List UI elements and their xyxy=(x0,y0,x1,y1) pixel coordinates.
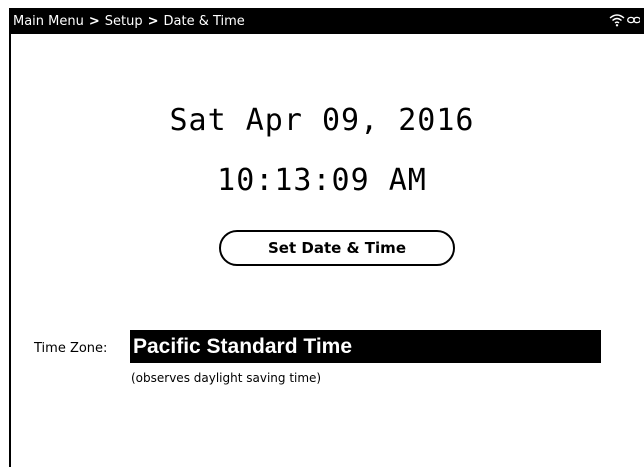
link-icon xyxy=(627,16,640,24)
wifi-icon xyxy=(609,14,625,27)
breadcrumb-separator: > xyxy=(88,13,100,29)
date-time-screen: Main Menu > Setup > Date & Time Sat Apr … xyxy=(0,0,644,467)
current-time: 10:13:09 AM xyxy=(217,163,427,198)
breadcrumb-item-date-time: Date & Time xyxy=(163,13,245,29)
breadcrumb-item-main-menu[interactable]: Main Menu xyxy=(13,14,84,29)
top-strip xyxy=(0,0,644,8)
current-date: Sat Apr 09, 2016 xyxy=(169,103,475,138)
status-icons xyxy=(609,13,640,27)
time-zone-label: Time Zone: xyxy=(34,341,108,356)
breadcrumb-item-setup[interactable]: Setup xyxy=(105,14,143,29)
breadcrumb: Main Menu > Setup > Date & Time xyxy=(13,14,245,29)
time-zone-value: Pacific Standard Time xyxy=(133,334,353,358)
title-bar: Main Menu > Setup > Date & Time xyxy=(9,8,644,34)
set-date-time-button[interactable]: Set Date & Time xyxy=(219,230,455,266)
breadcrumb-separator: > xyxy=(147,13,159,29)
time-zone-field[interactable]: Pacific Standard Time xyxy=(130,330,601,363)
left-border xyxy=(9,8,11,467)
dst-note: (observes daylight saving time) xyxy=(131,371,322,385)
